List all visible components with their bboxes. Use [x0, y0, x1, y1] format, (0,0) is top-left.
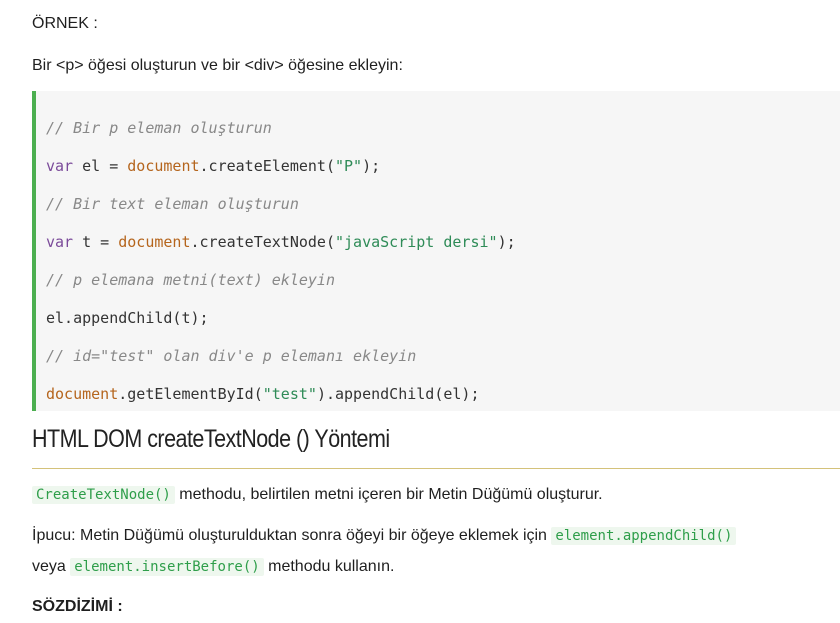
- inline-code: CreateTextNode(): [32, 486, 175, 504]
- code-text: .createElement(: [199, 157, 335, 175]
- code-string: "javaScript dersi": [335, 233, 498, 251]
- inline-code: element.insertBefore(): [70, 558, 264, 576]
- code-keyword: var: [46, 233, 74, 251]
- code-comment: // Bir text eleman oluşturun: [46, 195, 299, 213]
- example-label: ÖRNEK :: [32, 15, 98, 32]
- code-line: el.appendChild(t);: [46, 309, 209, 327]
- code-object: document: [127, 157, 200, 175]
- code-comment: // id="test" olan div'e p elemanı ekleyi…: [46, 347, 417, 365]
- code-string: "P": [335, 157, 363, 175]
- code-line: var el = document.createElement("P");: [46, 156, 380, 176]
- code-comment: // p elemana metni(text) ekleyin: [46, 271, 335, 289]
- inline-code: element.appendChild(): [551, 527, 737, 545]
- code-line: var t = document.createTextNode("javaScr…: [46, 232, 516, 252]
- paragraph-text: methodu kullanın.: [263, 558, 395, 575]
- paragraph-text: İpucu: Metin Düğümü oluşturulduktan sonr…: [32, 527, 552, 544]
- code-comment: // Bir p eleman oluşturun: [46, 119, 272, 137]
- description-paragraph: CreateTextNode() methodu, belirtilen met…: [32, 484, 603, 506]
- title-divider: [32, 468, 840, 469]
- code-line: document.getElementById("test").appendCh…: [46, 384, 480, 404]
- code-text: t =: [73, 233, 119, 251]
- code-block: // Bir p eleman oluşturun var el = docum…: [32, 91, 840, 411]
- syntax-label: SÖZDİZİMİ :: [32, 598, 123, 615]
- tip-paragraph: İpucu: Metin Düğümü oluşturulduktan sonr…: [32, 525, 737, 547]
- code-text: );: [497, 233, 516, 251]
- code-object: document: [46, 385, 119, 403]
- code-keyword: var: [46, 157, 74, 175]
- code-text: ).appendChild(el);: [316, 385, 480, 403]
- tip-paragraph-continued: veya element.insertBefore() methodu kull…: [32, 556, 394, 578]
- code-text: .createTextNode(: [190, 233, 336, 251]
- paragraph-text: veya: [32, 558, 71, 575]
- example-intro: Bir <p> öğesi oluşturun ve bir <div> öğe…: [32, 57, 403, 74]
- code-text: );: [362, 157, 381, 175]
- section-title: HTML DOM createTextNode () Yöntemi: [32, 425, 390, 453]
- page: ÖRNEK : Bir <p> öğesi oluşturun ve bir <…: [0, 0, 840, 623]
- code-text: .getElementById(: [118, 385, 263, 403]
- code-object: document: [118, 233, 191, 251]
- code-text: el =: [73, 157, 128, 175]
- code-string: "test": [262, 385, 317, 403]
- paragraph-text: methodu, belirtilen metni içeren bir Met…: [174, 486, 603, 503]
